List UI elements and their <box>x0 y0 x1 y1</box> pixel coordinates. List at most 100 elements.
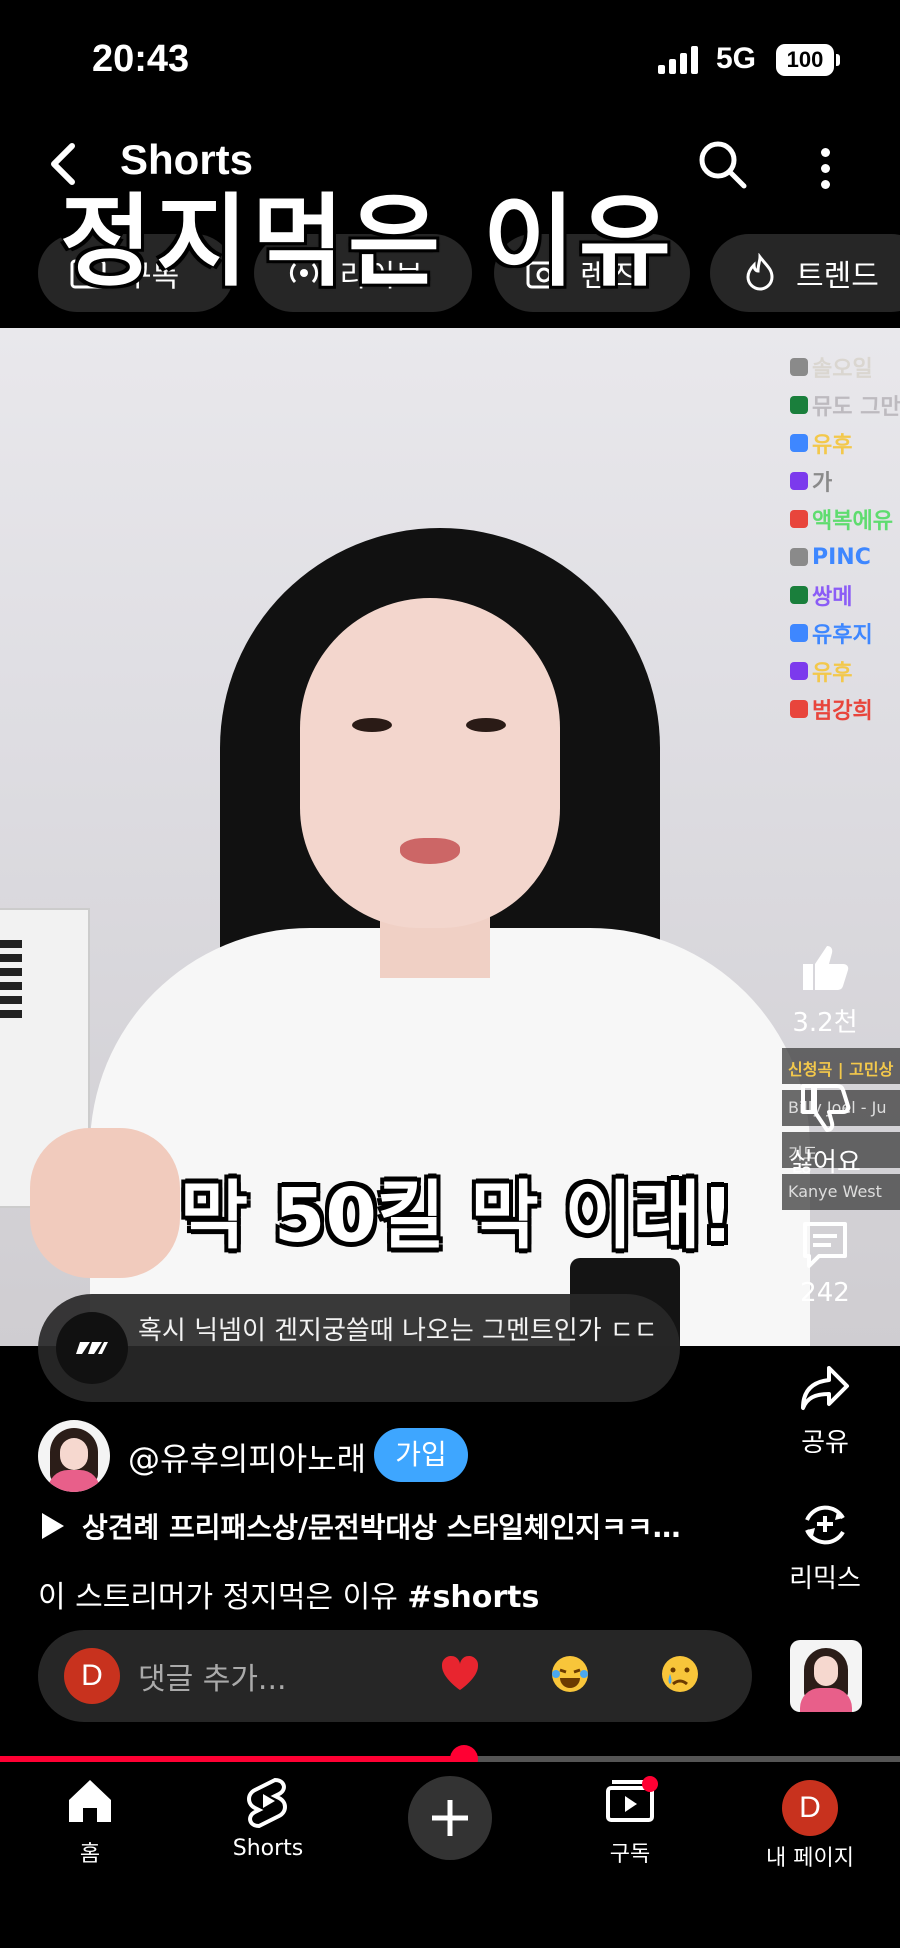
chat-badge-icon <box>790 548 808 566</box>
nav-you[interactable]: D 내 페이지 <box>740 1774 880 1872</box>
daiwa-logo-icon <box>76 1342 108 1354</box>
thumb-up-icon <box>803 946 849 990</box>
comments-button[interactable]: 242 <box>780 1216 870 1308</box>
chat-line: 범강희 <box>790 690 900 728</box>
battery-icon: 100 <box>776 44 840 76</box>
chat-badge-icon <box>790 434 808 452</box>
status-bar: 20:43 5G 100 <box>0 0 900 120</box>
more-vertical-icon <box>810 140 840 189</box>
top-comment-teaser[interactable]: 혹시 닉넴이 겐지궁쓸때 나오는 그멘트인가 ㄷㄷ <box>38 1294 680 1402</box>
song-title: 상견례 프리패스상/문전박대상 스타일체인지ㅋㅋ… <box>82 1511 681 1544</box>
nav-label: Shorts <box>232 1836 304 1861</box>
dislike-button[interactable]: 싫어요 <box>780 1080 870 1179</box>
playlist-item: 신청곡 | 고민상 <box>782 1048 900 1084</box>
chat-badge-icon <box>790 624 808 642</box>
chat-badge-icon <box>790 586 808 604</box>
comment-count: 242 <box>800 1278 850 1308</box>
chat-line: 가 <box>790 462 900 500</box>
remix-icon <box>805 1505 845 1545</box>
nav-label: 내 페이지 <box>766 1846 854 1871</box>
chat-line: 유후 <box>790 424 900 462</box>
video-description[interactable]: 이 스트리머가 정지먹은 이유 #shorts <box>38 1572 539 1616</box>
channel-avatar[interactable] <box>38 1420 110 1492</box>
user-avatar: D <box>64 1648 120 1704</box>
description-text: 이 스트리머가 정지먹은 이유 <box>38 1580 398 1615</box>
subscriptions-icon <box>606 1776 658 1822</box>
share-label: 공유 <box>801 1428 849 1458</box>
chat-text: 범강희 <box>812 699 873 724</box>
person-hand <box>30 1128 180 1278</box>
remix-label: 리믹스 <box>789 1564 861 1594</box>
chat-text: PINC <box>812 544 871 570</box>
comment-icon <box>803 1222 847 1268</box>
chat-line: 유후 <box>790 652 900 690</box>
live-chat-overlay: 솔오일뮤도 그만하유후가액복에유PINC쌍메유후지유후범강희 <box>790 348 900 728</box>
person-shirt <box>90 928 810 1346</box>
share-arrow-icon <box>801 1366 849 1410</box>
commenter-avatar <box>56 1312 128 1384</box>
playlist-item: Kanye West <box>782 1174 900 1210</box>
chat-line: 유후지 <box>790 614 900 652</box>
nav-home[interactable]: 홈 <box>20 1774 160 1868</box>
video-subtitle: 막 50킬 막 이래! <box>180 1173 735 1259</box>
home-icon <box>69 1780 111 1822</box>
battery-level: 100 <box>786 47 824 72</box>
chat-line: 솔오일 <box>790 348 900 386</box>
user-avatar: D <box>782 1780 838 1836</box>
chip-trending[interactable]: 트렌드 <box>710 234 900 312</box>
status-time: 20:43 <box>92 38 190 80</box>
chat-text: 솔오일 <box>812 357 873 382</box>
chat-line: 뮤도 그만하 <box>790 386 900 424</box>
crying-emoji-icon[interactable] <box>658 1652 702 1696</box>
cellular-signal-icon <box>658 46 702 74</box>
search-icon <box>699 141 747 189</box>
chat-text: 유후 <box>812 433 853 458</box>
create-button[interactable] <box>408 1776 492 1860</box>
hashtag-link[interactable]: #shorts <box>407 1580 539 1615</box>
heart-emoji-icon[interactable] <box>438 1652 482 1696</box>
chat-text: 뮤도 그만하 <box>812 395 900 420</box>
chat-badge-icon <box>790 700 808 718</box>
nav-subscriptions[interactable]: 구독 <box>560 1774 700 1868</box>
like-count: 3.2천 <box>792 1008 858 1038</box>
search-button[interactable] <box>694 136 750 192</box>
sound-thumbnail[interactable] <box>790 1640 862 1712</box>
chat-badge-icon <box>790 472 808 490</box>
chat-text: 가 <box>812 471 833 496</box>
channel-handle[interactable]: @유후의피아노래 <box>128 1434 366 1480</box>
chat-text: 쌍메 <box>812 585 853 610</box>
bottom-navigation: 홈 Shorts 구독 D 내 페이지 <box>0 1762 900 1948</box>
video-overlay-caption: 정지먹은 이유 <box>60 183 675 300</box>
join-button[interactable]: 가입 <box>374 1428 468 1482</box>
laughing-emoji-icon[interactable] <box>548 1652 592 1696</box>
play-icon <box>42 1513 64 1539</box>
comment-input[interactable]: 댓글 추가... <box>138 1654 287 1698</box>
chip-label: 트렌드 <box>796 259 879 294</box>
chat-text: 유후지 <box>812 623 873 648</box>
more-options-button[interactable] <box>810 140 840 196</box>
chat-line: PINC <box>790 538 900 576</box>
chat-badge-icon <box>790 662 808 680</box>
chat-badge-icon <box>790 358 808 376</box>
chat-line: 쌍메 <box>790 576 900 614</box>
remix-button[interactable]: 리믹스 <box>780 1496 870 1595</box>
like-button[interactable]: 3.2천 <box>780 940 870 1039</box>
person-face <box>300 598 560 928</box>
chat-text: 유후 <box>812 661 853 686</box>
plus-icon <box>432 1800 468 1836</box>
chat-badge-icon <box>790 510 808 528</box>
video-player[interactable]: 솔오일뮤도 그만하유후가액복에유PINC쌍메유후지유후범강희 신청곡 | 고민상… <box>0 328 900 1346</box>
dislike-label: 싫어요 <box>789 1148 861 1178</box>
shorts-icon <box>247 1777 287 1829</box>
network-type: 5G <box>716 42 757 75</box>
chat-badge-icon <box>790 396 808 414</box>
nav-label: 홈 <box>79 1842 101 1867</box>
nav-label: 구독 <box>609 1842 651 1867</box>
trending-icon <box>746 253 774 291</box>
top-comment-text: 혹시 닉넴이 겐지궁쓸때 나오는 그멘트인가 ㄷㄷ <box>138 1316 658 1346</box>
chat-text: 액복에유 <box>812 509 893 534</box>
song-link[interactable]: 상견례 프리패스상/문전박대상 스타일체인지ㅋㅋ… <box>38 1506 758 1546</box>
share-button[interactable]: 공유 <box>780 1360 870 1459</box>
comment-input-bar[interactable]: D 댓글 추가... <box>38 1630 752 1722</box>
nav-shorts[interactable]: Shorts <box>198 1774 338 1861</box>
